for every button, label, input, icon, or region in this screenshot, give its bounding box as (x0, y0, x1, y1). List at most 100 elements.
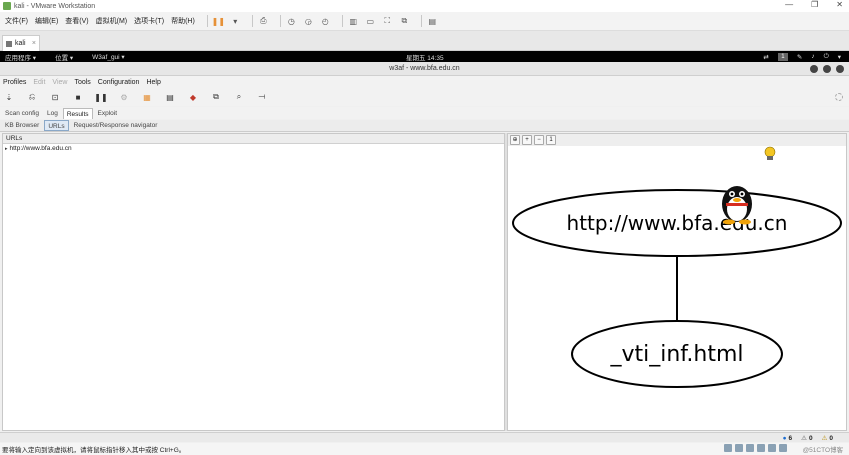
menu-profiles[interactable]: Profiles (3, 79, 26, 86)
close-icon[interactable]: ✕ (836, 0, 843, 9)
toolbar-divider (279, 15, 281, 27)
menu-view[interactable]: 查看(V) (65, 16, 88, 26)
info-count[interactable]: ● 6 (783, 434, 793, 442)
tab-kali[interactable]: kali × (2, 35, 40, 51)
w3af-menubar: Profiles Edit View Tools Configuration H… (0, 76, 849, 88)
chevron-down-icon[interactable]: ▾ (230, 16, 241, 27)
pen-icon[interactable]: ✎ (797, 53, 802, 61)
send-ctrl-alt-del-icon[interactable]: ⎙ (258, 16, 269, 27)
warning-count[interactable]: ⚠ 0 (801, 434, 812, 443)
compare-icon[interactable]: ⧉ (211, 92, 221, 102)
tab-kb-browser[interactable]: KB Browser (2, 120, 42, 131)
menu-help[interactable]: Help (146, 79, 160, 86)
menu-tools[interactable]: Tools (74, 79, 90, 86)
menu-edit[interactable]: 编辑(E) (35, 16, 58, 26)
library-icon[interactable]: ▥ (348, 16, 359, 27)
stop-icon[interactable]: ■ (73, 92, 83, 102)
w3af-statusbar: ● 6 ⚠ 0 ⚠ 0 (0, 432, 849, 442)
exploit-icon[interactable]: ▦ (142, 92, 152, 102)
maximize-icon[interactable]: ❐ (811, 0, 818, 9)
graph-node-child-label: _vti_inf.html (609, 342, 743, 367)
network-adapter-icon[interactable] (746, 444, 754, 452)
tree-row[interactable]: ▸ http://www.bfa.edu.cn (3, 144, 504, 154)
fuzzy-request-icon[interactable]: ◆ (188, 92, 198, 102)
menu-tabs[interactable]: 选项卡(T) (134, 16, 164, 26)
menu-vm[interactable]: 虚拟机(M) (96, 16, 128, 26)
error-count[interactable]: ⚠ 0 (821, 434, 833, 443)
tab-request-response[interactable]: Request/Response navigator (71, 120, 161, 131)
tab-scan-config[interactable]: Scan config (2, 108, 42, 119)
zoom-in-icon[interactable]: + (522, 135, 532, 145)
places-menu[interactable]: 位置 ▾ (55, 52, 73, 62)
window-controls: — ❐ ✕ (785, 0, 843, 9)
url-graph-pane: http://www.bfa.edu.cn _vti_inf.html ⊕ + … (507, 133, 847, 431)
menu-configuration[interactable]: Configuration (98, 79, 140, 86)
new-profile-icon[interactable]: ⎌ (27, 92, 37, 102)
graph-node-root-label: http://www.bfa.edu.cn (567, 211, 788, 235)
manual-request-icon[interactable]: ▤ (165, 92, 175, 102)
save-profile-icon[interactable]: ⊡ (50, 92, 60, 102)
proxy-icon[interactable]: ⟞ (257, 92, 267, 102)
tab-kali-label: kali (15, 40, 26, 47)
active-app-menu[interactable]: W3af_gui ▾ (92, 53, 125, 61)
close-tab-icon[interactable]: × (32, 40, 36, 47)
wizard-icon[interactable]: ⇣ (4, 92, 14, 102)
fullscreen-icon[interactable]: ⛶ (382, 16, 393, 27)
menu-view[interactable]: View (52, 79, 67, 86)
revert-snapshot-icon[interactable]: ◶ (303, 16, 314, 27)
printer-icon[interactable] (779, 444, 787, 452)
gear-icon[interactable]: ⚙ (119, 92, 129, 102)
error-icon: ⚠ (821, 435, 828, 442)
harddisk-icon[interactable] (724, 444, 732, 452)
vmware-tabbar: kali × (0, 31, 849, 51)
chevron-down-icon[interactable]: ▾ (838, 53, 841, 61)
console-view-icon[interactable]: ▭ (365, 16, 376, 27)
zoom-fit-icon[interactable]: ⊕ (510, 135, 520, 145)
unity-icon[interactable]: ⧉ (399, 16, 410, 27)
power-icon[interactable]: ⏻ (824, 53, 829, 61)
pause-icon[interactable]: ❚❚ (212, 16, 225, 27)
vm-icon (6, 40, 12, 47)
maximize-icon[interactable] (823, 65, 831, 73)
pause-icon[interactable]: ❚❚ (94, 92, 107, 102)
toolbar-divider (341, 15, 343, 27)
network-icon[interactable]: ⇄ (763, 53, 768, 61)
info-icon: ● (782, 434, 787, 442)
view-options-icon[interactable]: ▤ (427, 16, 438, 27)
search-icon[interactable]: ⌕ (234, 92, 244, 102)
menu-file[interactable]: 文件(F) (5, 16, 28, 26)
url-graph: http://www.bfa.edu.cn _vti_inf.html (512, 146, 842, 388)
volume-icon[interactable]: ♪ (811, 53, 814, 60)
vmware-logo-icon (3, 2, 11, 10)
cdrom-icon[interactable] (735, 444, 743, 452)
url-tree-pane: URLs ▸ http://www.bfa.edu.cn (2, 133, 505, 431)
toolbar-divider (420, 15, 422, 27)
tree-row-label: http://www.bfa.edu.cn (9, 145, 72, 152)
sound-icon[interactable] (768, 444, 776, 452)
tab-urls[interactable]: URLs (44, 120, 69, 131)
zoom-out-icon[interactable]: − (534, 135, 544, 145)
minimize-icon[interactable] (810, 65, 818, 73)
tab-exploit[interactable]: Exploit (95, 108, 121, 119)
vmware-status-text: 要将输入定向到该虚拟机，请将鼠标指针移入其中或按 Ctrl+G。 (2, 447, 186, 454)
menu-edit[interactable]: Edit (33, 79, 45, 86)
w3af-titlebar: w3af - www.bfa.edu.cn (0, 62, 849, 76)
close-icon[interactable] (836, 65, 844, 73)
tab-results[interactable]: Results (62, 108, 93, 119)
results-sub-tabs: KB Browser URLs Request/Response navigat… (0, 120, 849, 132)
device-tray (724, 444, 787, 452)
throbber-icon (835, 93, 843, 101)
applications-menu[interactable]: 应用程序 ▾ (5, 52, 36, 62)
expander-icon[interactable]: ▸ (5, 144, 8, 154)
zoom-100-icon[interactable]: 1 (546, 135, 556, 145)
tree-column-header[interactable]: URLs (3, 134, 504, 144)
tab-log[interactable]: Log (44, 108, 61, 119)
toolbar-divider (206, 15, 208, 27)
snapshot-manager-icon[interactable]: ◴ (320, 16, 331, 27)
minimize-icon[interactable]: — (785, 0, 793, 9)
clock[interactable]: 星期五 14:35 (406, 52, 444, 62)
menu-help[interactable]: 帮助(H) (171, 16, 195, 26)
usb-icon[interactable] (757, 444, 765, 452)
workspace-indicator[interactable]: 1 (777, 52, 788, 61)
snapshot-icon[interactable]: ◷ (286, 16, 297, 27)
